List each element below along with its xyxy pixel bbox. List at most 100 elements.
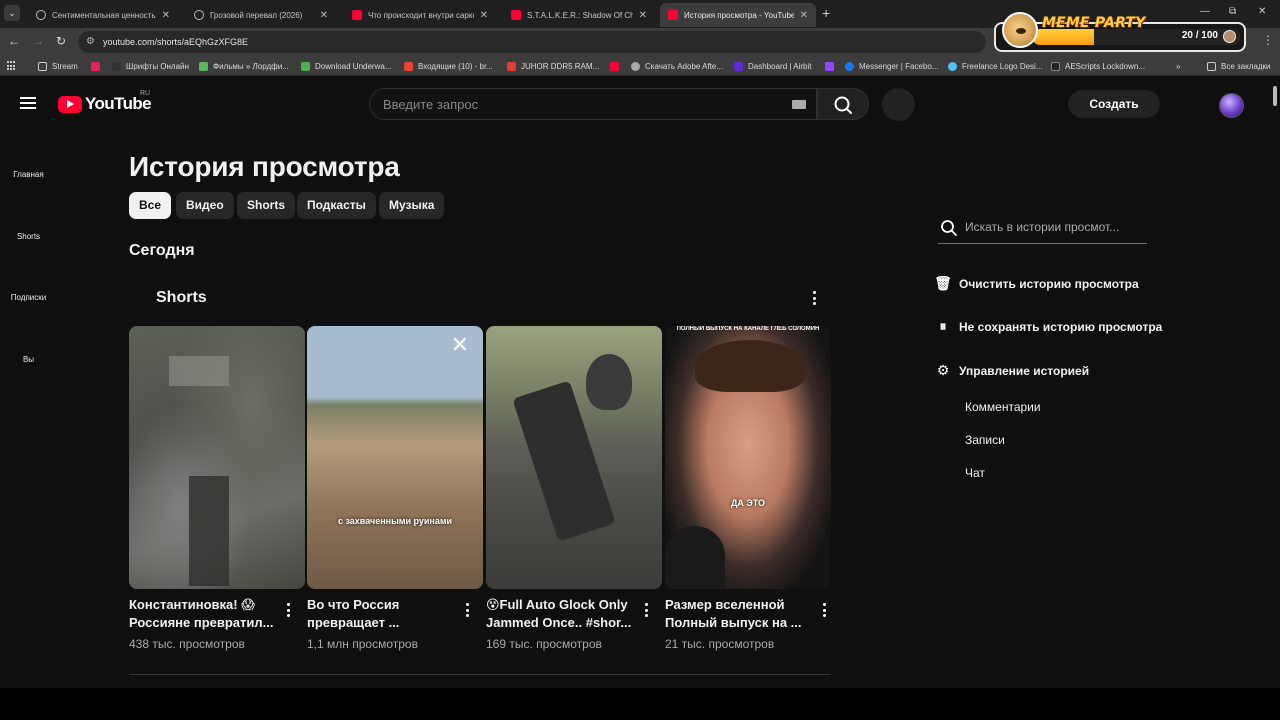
- bookmark[interactable]: Входящие (10) - br...: [404, 59, 493, 73]
- history-search-input[interactable]: Искать в истории просмот...: [938, 214, 1147, 244]
- close-tab-icon[interactable]: ✕: [800, 10, 808, 21]
- gmail-icon: [404, 61, 413, 71]
- short-more-icon[interactable]: [287, 603, 291, 620]
- bookmark[interactable]: [610, 59, 624, 73]
- browser-tab[interactable]: Что происходит внутри сарко ✕: [344, 3, 496, 27]
- tab-search-button[interactable]: ⌄: [4, 5, 20, 21]
- youtube-icon: [668, 10, 678, 20]
- bookmark-icon: [1051, 61, 1060, 71]
- chip-all[interactable]: Все: [129, 192, 172, 219]
- globe-icon: [194, 10, 204, 20]
- bookmark[interactable]: Скачать Adobe Afte...: [631, 59, 723, 73]
- chip-music[interactable]: Музыка: [379, 192, 445, 219]
- pause-history-button[interactable]: ⏸ Не сохранять историю просмотра: [933, 318, 1163, 335]
- bookmarks-bar: Stream Шрифты Онлайн Фильмы » Лордфи... …: [0, 56, 1280, 76]
- bookmark[interactable]: Stream: [38, 59, 78, 73]
- restore-icon[interactable]: ⧉: [1229, 6, 1236, 17]
- apps-grid-icon[interactable]: [7, 61, 17, 71]
- short-title[interactable]: Во что Россия превращает ...: [307, 596, 457, 632]
- browser-tab[interactable]: Сентиментальная ценность (2 ✕: [28, 3, 178, 27]
- voice-search-button[interactable]: [882, 88, 915, 121]
- scrollbar[interactable]: [1270, 77, 1280, 688]
- nav-home[interactable]: Главная: [0, 170, 57, 179]
- folder-icon: [38, 61, 47, 71]
- youtube-logo[interactable]: YouTube RU: [58, 90, 152, 114]
- view-count: 169 тыс. просмотров: [486, 637, 602, 651]
- minimize-icon[interactable]: —: [1200, 6, 1210, 17]
- short-thumbnail[interactable]: ✕ с захваченными руинами: [307, 326, 483, 589]
- close-tab-icon[interactable]: ✕: [162, 10, 170, 21]
- history-chat-link[interactable]: Чат: [965, 466, 985, 480]
- short-title[interactable]: 😵Full Auto Glock Only Jammed Once.. #shor…: [486, 596, 636, 632]
- clear-history-button[interactable]: 🗑 Очистить историю просмотра: [933, 275, 1139, 292]
- close-tab-icon[interactable]: ✕: [480, 10, 488, 21]
- search-button[interactable]: [817, 88, 869, 120]
- coin-icon: [1223, 30, 1236, 43]
- chip-podcasts[interactable]: Подкасты: [297, 192, 376, 219]
- youtube-icon: [610, 61, 619, 71]
- back-icon[interactable]: ←: [8, 34, 20, 48]
- bookmark-icon: [91, 61, 100, 71]
- browser-tab-active[interactable]: История просмотра - YouTube ✕: [660, 3, 816, 27]
- short-more-icon[interactable]: [645, 603, 649, 620]
- site-info-icon[interactable]: ⚙: [86, 36, 95, 47]
- all-bookmarks[interactable]: Все закладки: [1207, 59, 1270, 73]
- close-window-icon[interactable]: ✕: [1258, 6, 1266, 17]
- short-more-icon[interactable]: [823, 603, 827, 620]
- history-posts-link[interactable]: Записи: [965, 433, 1005, 447]
- bookmark[interactable]: Messenger | Facebo...: [845, 59, 938, 73]
- bookmark[interactable]: AEScripts Lockdown...: [1051, 59, 1145, 73]
- short-title[interactable]: Константиновка! 😱 Россияне превратил...: [129, 596, 279, 632]
- folder-icon: [1207, 61, 1216, 71]
- menu-icon[interactable]: [20, 97, 36, 109]
- forward-icon[interactable]: →: [32, 34, 44, 48]
- nav-shorts[interactable]: Shorts: [0, 232, 57, 241]
- bookmark[interactable]: Dashboard | Airbit: [734, 59, 811, 73]
- globe-icon: [631, 61, 640, 71]
- address-bar[interactable]: ⚙ youtube.com/shorts/aEQhGzXFG8E: [78, 31, 986, 53]
- browser-menu-icon[interactable]: ⋮: [1262, 33, 1274, 47]
- nav-you[interactable]: Вы: [0, 355, 57, 364]
- bookmark[interactable]: Фильмы » Лордфи...: [199, 59, 289, 73]
- pause-icon: ⏸: [939, 318, 947, 334]
- bookmark[interactable]: Шрифты Онлайн: [112, 59, 189, 73]
- short-thumbnail[interactable]: [129, 326, 305, 589]
- nav-subscriptions[interactable]: Подписки: [0, 293, 57, 302]
- chip-video[interactable]: Видео: [176, 192, 234, 219]
- search-input[interactable]: Введите запрос: [369, 88, 817, 120]
- view-count: 438 тыс. просмотров: [129, 637, 245, 651]
- more-bookmarks-icon[interactable]: »: [1176, 59, 1180, 73]
- avatar[interactable]: [1219, 93, 1244, 118]
- search-icon: [941, 220, 957, 236]
- bookmark[interactable]: Freelance Logo Desi...: [948, 59, 1043, 73]
- bookmark-icon: [507, 61, 516, 71]
- shelf-more-icon[interactable]: [813, 291, 817, 308]
- thumbnail-top-caption: ПОЛНЫЙ ВЫПУСК НА КАНАЛЕ ГЛЕБ СОЛОМИН: [676, 326, 820, 332]
- bookmark[interactable]: Download Underwa...: [301, 59, 391, 73]
- browser-tab[interactable]: S.T.A.L.K.E.R.: Shadow Of Cherno ✕: [503, 3, 655, 27]
- browser-tab[interactable]: Грозовой перевал (2026) ✕: [186, 3, 336, 27]
- bookmark[interactable]: [91, 59, 105, 73]
- keyboard-icon[interactable]: [792, 100, 806, 109]
- youtube-play-icon: [58, 95, 82, 113]
- bookmark[interactable]: [825, 59, 839, 73]
- meme-party-title: MEME PARTY: [1042, 15, 1146, 31]
- create-button[interactable]: Создать: [1068, 90, 1160, 118]
- close-tab-icon[interactable]: ✕: [320, 10, 328, 21]
- doge-icon: [1002, 12, 1038, 48]
- reload-icon[interactable]: ↻: [56, 34, 66, 48]
- page-title: История просмотра: [129, 151, 400, 182]
- short-thumbnail[interactable]: [486, 326, 662, 589]
- close-tab-icon[interactable]: ✕: [639, 10, 647, 21]
- close-icon: ✕: [450, 332, 469, 357]
- new-tab-button[interactable]: +: [822, 5, 830, 21]
- short-more-icon[interactable]: [466, 603, 470, 620]
- short-title[interactable]: Размер вселенной Полный выпуск на ...: [665, 596, 815, 632]
- short-thumbnail[interactable]: ПОЛНЫЙ ВЫПУСК НА КАНАЛЕ ГЛЕБ СОЛОМИН ДА …: [665, 326, 831, 589]
- history-comments-link[interactable]: Комментарии: [965, 400, 1041, 414]
- bookmark-icon: [734, 61, 743, 71]
- view-count: 21 тыс. просмотров: [665, 637, 775, 651]
- chip-shorts[interactable]: Shorts: [237, 192, 296, 219]
- manage-history-button[interactable]: ⚙ Управление историей: [933, 362, 1089, 379]
- bookmark[interactable]: JUHOR DDR5 RAM...: [507, 59, 599, 73]
